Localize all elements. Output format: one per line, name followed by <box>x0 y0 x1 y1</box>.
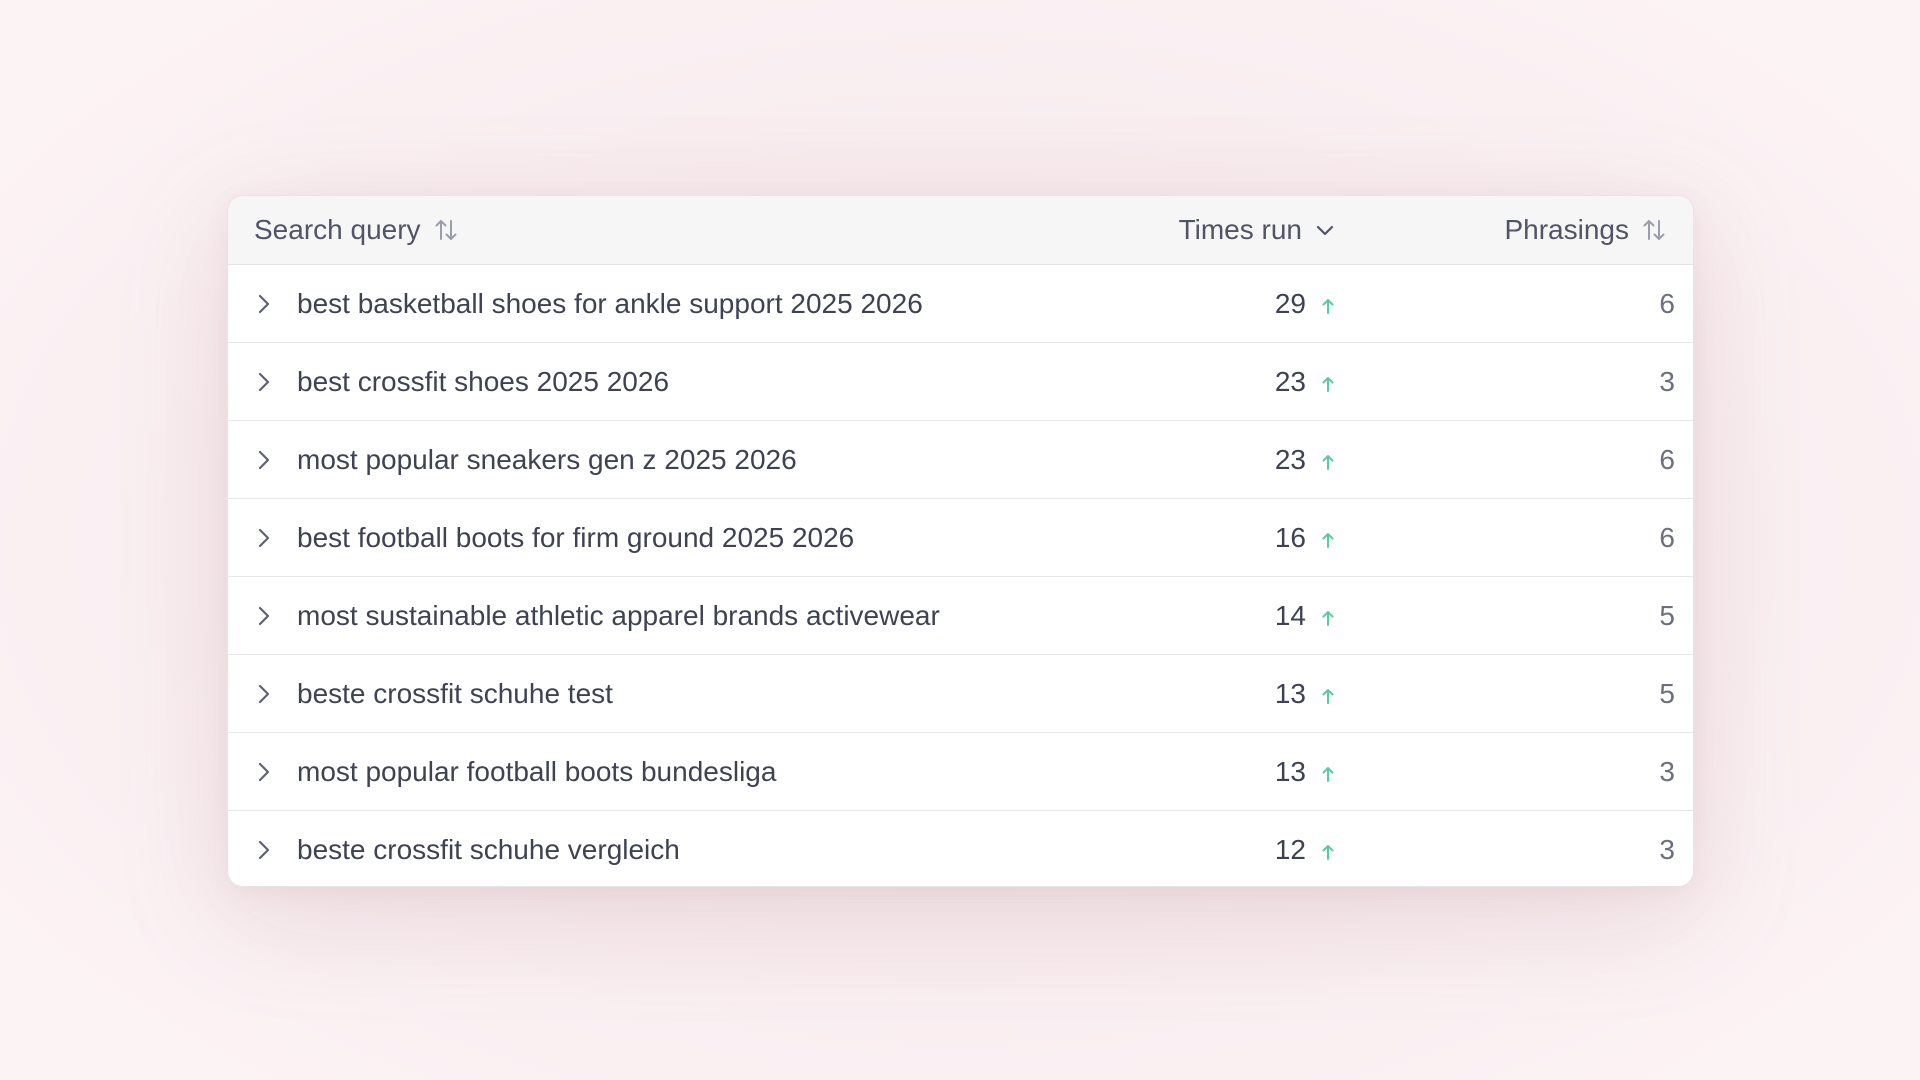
phrasings-value: 6 <box>1659 444 1675 475</box>
search-query-text: most sustainable athletic apparel brands… <box>297 600 940 631</box>
search-query-text: best crossfit shoes 2025 2026 <box>297 366 670 397</box>
times-run-cell: 13 <box>1275 655 1336 732</box>
table-row[interactable]: most popular sneakers gen z 2025 2026 23… <box>228 421 1693 499</box>
times-run-value: 13 <box>1274 677 1306 709</box>
times-run-value: 29 <box>1274 287 1306 319</box>
phrasings-value: 5 <box>1659 678 1675 709</box>
times-run-cell: 23 <box>1275 421 1336 498</box>
times-run-cell: 13 <box>1275 733 1336 810</box>
column-header-phrasings[interactable]: Phrasings <box>1504 196 1667 264</box>
table-row[interactable]: beste crossfit schuhe test 13 5 <box>228 655 1693 733</box>
sort-both-icon[interactable] <box>1641 217 1667 243</box>
column-header-label: Search query <box>254 214 421 245</box>
times-run-value: 14 <box>1274 599 1306 631</box>
arrow-up-icon <box>1320 374 1336 394</box>
search-query-text: beste crossfit schuhe test <box>297 678 613 709</box>
sort-both-icon[interactable] <box>433 217 459 243</box>
search-query-text: beste crossfit schuhe vergleich <box>297 834 680 865</box>
chevron-right-icon[interactable] <box>254 577 274 654</box>
phrasings-value: 3 <box>1659 756 1675 787</box>
times-run-value: 23 <box>1274 443 1306 475</box>
table-header: Search query Times run Phrasings <box>228 196 1693 265</box>
phrasings-value: 3 <box>1659 366 1675 397</box>
phrasings-value: 6 <box>1659 522 1675 553</box>
arrow-up-icon <box>1320 608 1336 628</box>
column-header-label: Times run <box>1178 214 1302 245</box>
times-run-cell: 23 <box>1275 343 1336 420</box>
table-row[interactable]: most sustainable athletic apparel brands… <box>228 577 1693 655</box>
times-run-value: 16 <box>1274 521 1306 553</box>
search-queries-table: Search query Times run Phrasings best ba… <box>227 195 1694 887</box>
chevron-right-icon[interactable] <box>254 343 274 420</box>
arrow-up-icon <box>1320 842 1336 862</box>
table-row[interactable]: best basketball shoes for ankle support … <box>228 265 1693 343</box>
search-query-text: best basketball shoes for ankle support … <box>297 288 923 319</box>
arrow-up-icon <box>1320 452 1336 472</box>
chevron-right-icon[interactable] <box>254 265 274 342</box>
times-run-cell: 14 <box>1275 577 1336 654</box>
search-query-text: best football boots for firm ground 2025… <box>297 522 855 553</box>
phrasings-value: 6 <box>1659 288 1675 319</box>
times-run-value: 12 <box>1274 833 1306 865</box>
phrasings-value: 5 <box>1659 600 1675 631</box>
phrasings-value: 3 <box>1659 834 1675 865</box>
search-query-text: most popular football boots bundesliga <box>297 756 777 787</box>
table-row[interactable]: beste crossfit schuhe vergleich 12 3 <box>228 811 1693 886</box>
times-run-cell: 16 <box>1275 499 1336 576</box>
times-run-cell: 12 <box>1274 811 1336 886</box>
table-row[interactable]: best crossfit shoes 2025 2026 23 3 <box>228 343 1693 421</box>
search-query-text: most popular sneakers gen z 2025 2026 <box>297 444 797 475</box>
times-run-value: 23 <box>1274 365 1306 397</box>
chevron-down-icon[interactable] <box>1314 219 1336 241</box>
column-header-times-run[interactable]: Times run <box>1179 196 1336 264</box>
chevron-right-icon[interactable] <box>254 811 274 886</box>
chevron-right-icon[interactable] <box>254 421 274 498</box>
column-header-search-query[interactable]: Search query <box>254 196 459 264</box>
arrow-up-icon <box>1320 686 1336 706</box>
chevron-right-icon[interactable] <box>254 733 274 810</box>
times-run-cell: 29 <box>1275 265 1336 342</box>
arrow-up-icon <box>1320 764 1336 784</box>
chevron-right-icon[interactable] <box>254 655 274 732</box>
column-header-label: Phrasings <box>1504 214 1629 245</box>
table-row[interactable]: most popular football boots bundesliga 1… <box>228 733 1693 811</box>
arrow-up-icon <box>1320 296 1336 316</box>
arrow-up-icon <box>1320 530 1336 550</box>
times-run-value: 13 <box>1274 755 1306 787</box>
table-body: best basketball shoes for ankle support … <box>228 265 1693 886</box>
chevron-right-icon[interactable] <box>254 499 274 576</box>
table-row[interactable]: best football boots for firm ground 2025… <box>228 499 1693 577</box>
